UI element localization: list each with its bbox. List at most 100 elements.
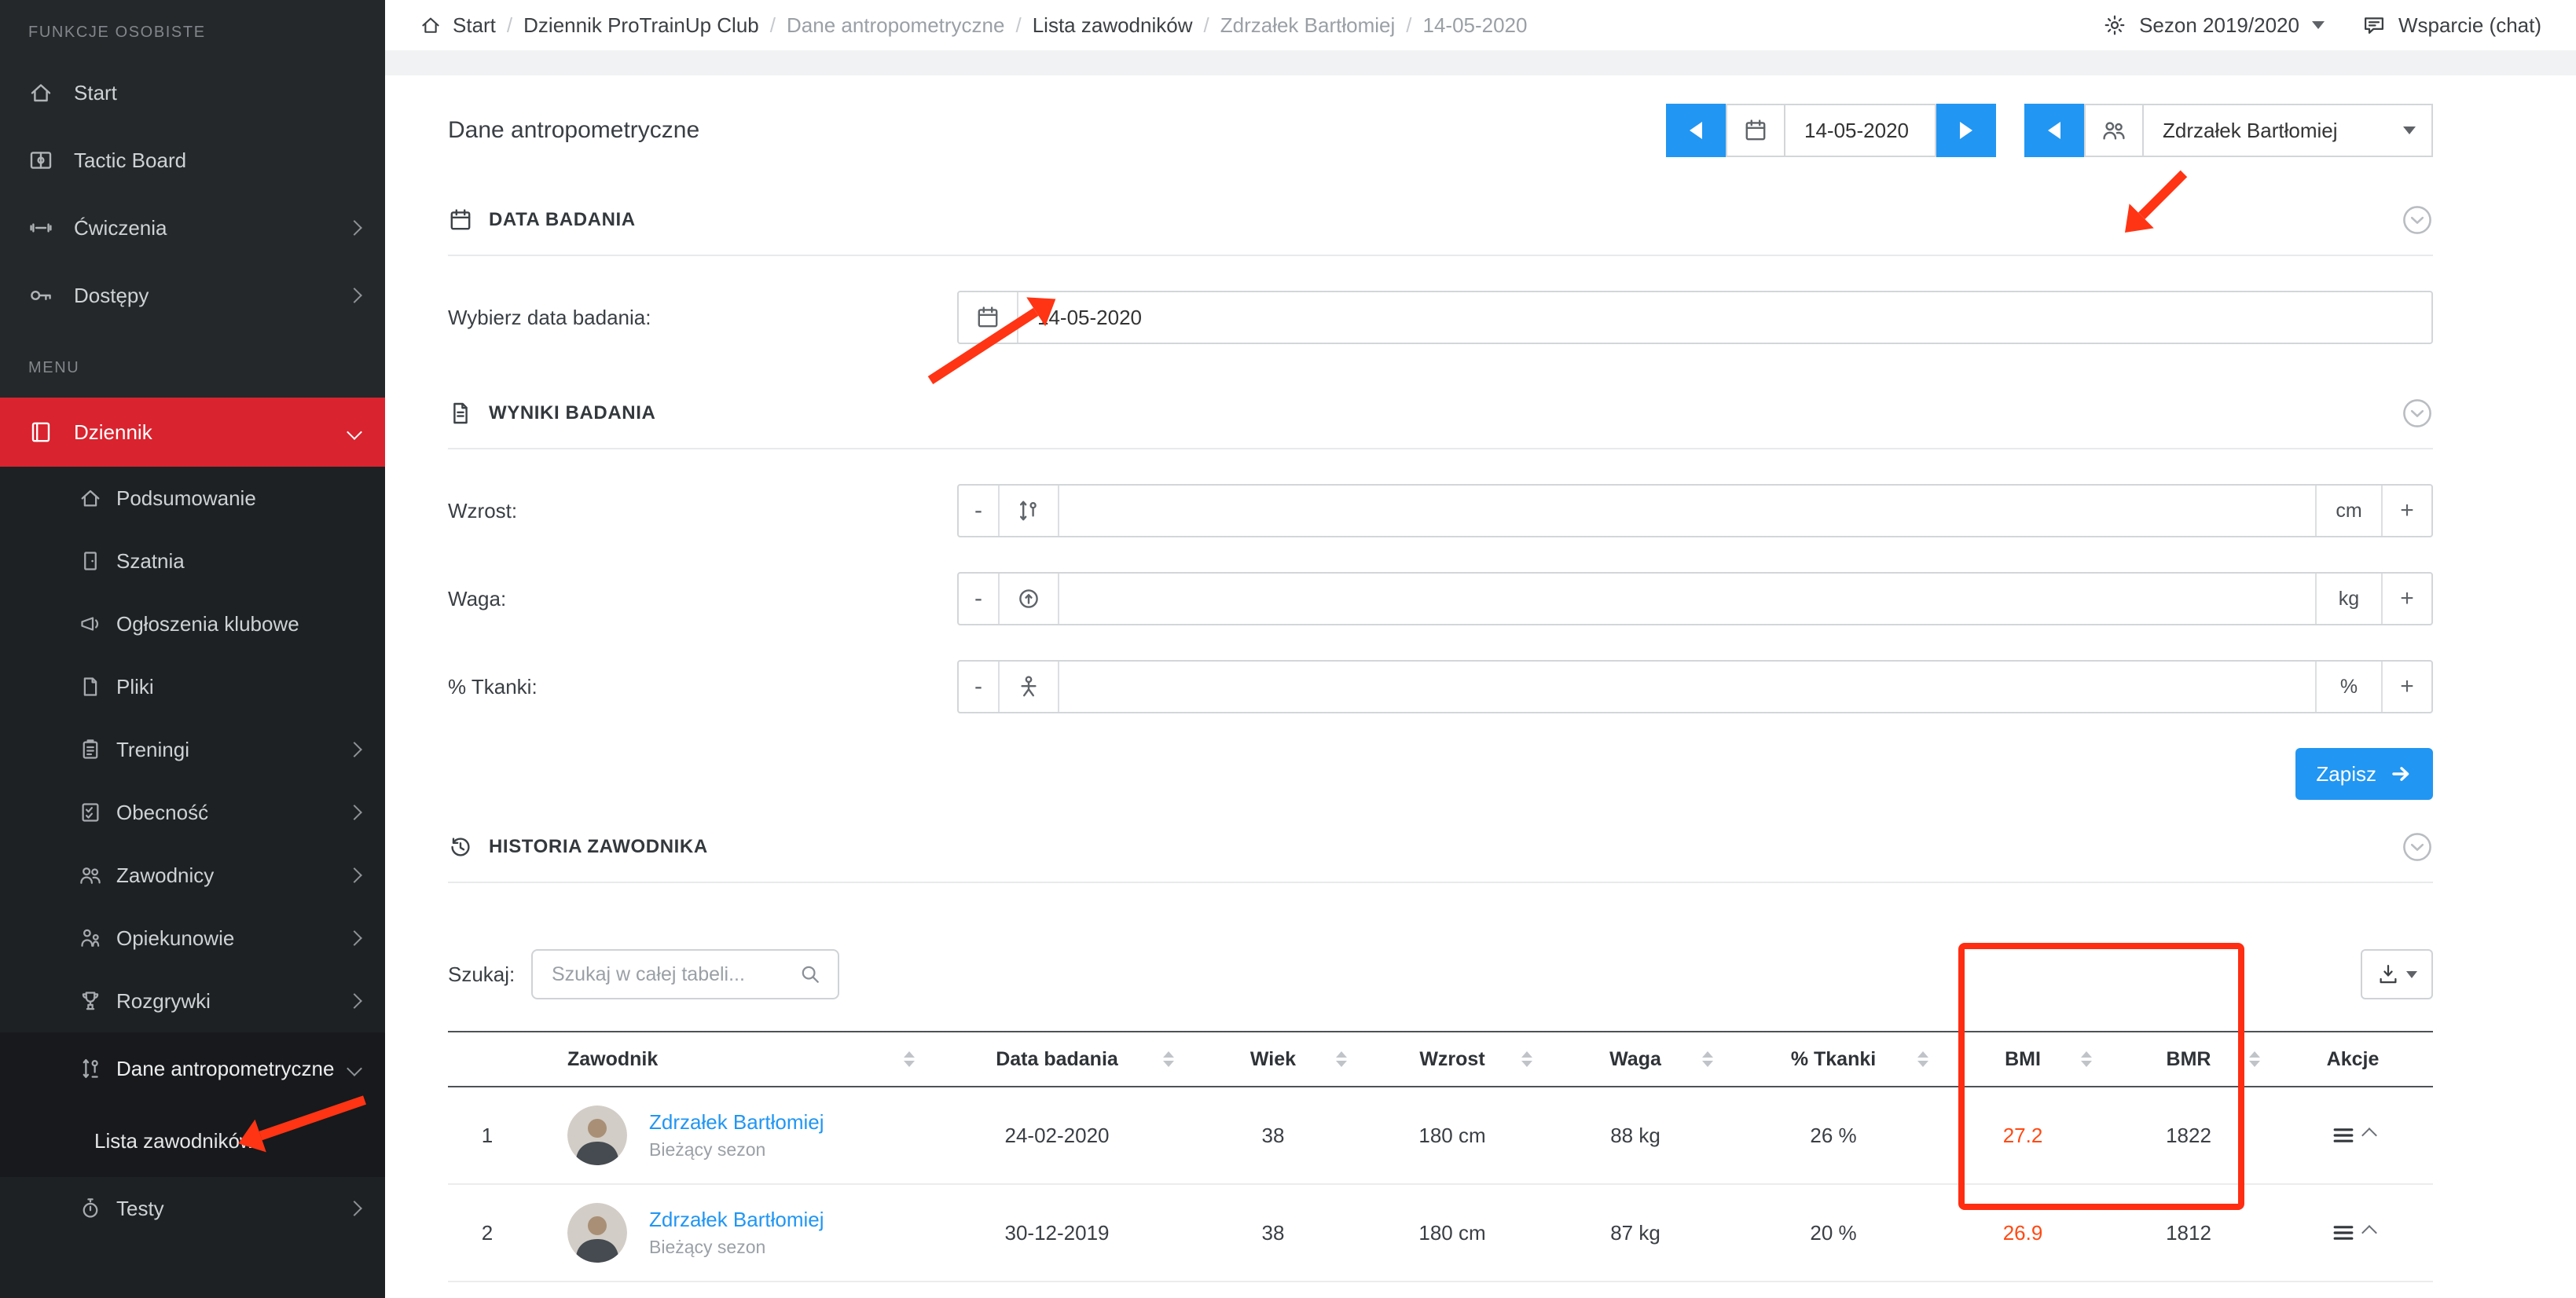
anthropometry-icon: [79, 1057, 102, 1080]
col-header-zawodnik[interactable]: Zawodnik: [527, 1032, 927, 1086]
chevron-right-icon: [347, 993, 362, 1009]
app-window: FUNKCJE OSOBISTE Start Tactic Board Ćwic…: [0, 0, 2576, 1298]
breadcrumb-lista-zawodnikow[interactable]: Lista zawodników: [1033, 13, 1193, 38]
breadcrumb-separator: /: [1204, 13, 1209, 38]
sidebar-subitem-label: Testy: [116, 1197, 335, 1221]
breadcrumb-separator: /: [1406, 13, 1411, 38]
sidebar-subitem-ogloszenia[interactable]: Ogłoszenia klubowe: [0, 592, 385, 655]
sidebar-subitem-podsumowanie[interactable]: Podsumowanie: [0, 467, 385, 530]
section-header-data-badania: DATA BADANIA: [448, 185, 2433, 256]
sidebar-item-label: Tactic Board: [74, 148, 360, 173]
height-cell: 180 cm: [1360, 1221, 1545, 1245]
sidebar-item-start[interactable]: Start: [0, 59, 385, 126]
avatar[interactable]: [567, 1203, 627, 1263]
col-header-bmi[interactable]: BMI: [1941, 1032, 2104, 1086]
calendar-picker-button[interactable]: [1726, 104, 1785, 157]
collapse-section-button[interactable]: [2402, 831, 2433, 863]
sidebar-subitem-opiekunowie[interactable]: Opiekunowie: [0, 907, 385, 970]
decrement-button[interactable]: -: [959, 574, 1000, 624]
collapse-section-button[interactable]: [2402, 398, 2433, 429]
sidebar-subitem-label: Szatnia: [116, 549, 360, 574]
weight-cell: 88 kg: [1545, 1124, 1726, 1148]
col-header-bmr[interactable]: BMR: [2104, 1032, 2273, 1086]
sidebar-item-tactic-board[interactable]: Tactic Board: [0, 126, 385, 194]
sidebar-subitem-lista-zawodnikow[interactable]: Lista zawodników: [0, 1105, 385, 1177]
col-header-wzrost[interactable]: Wzrost: [1360, 1032, 1545, 1086]
calendar-icon: [448, 207, 473, 233]
increment-button[interactable]: +: [2381, 662, 2431, 712]
player-select-value: Zdrzałek Bartłomiej: [2163, 119, 2338, 143]
increment-button[interactable]: +: [2381, 574, 2431, 624]
locker-room-icon: [79, 549, 102, 573]
breadcrumb-separator: /: [507, 13, 512, 38]
chevron-right-icon: [347, 930, 362, 946]
breadcrumb-date: 14-05-2020: [1422, 13, 1527, 38]
search-input[interactable]: [549, 962, 798, 988]
chevron-down-icon: [347, 424, 362, 440]
sidebar-subitem-pliki[interactable]: Pliki: [0, 655, 385, 718]
prev-player-button[interactable]: [2024, 104, 2084, 157]
player-info: Zdrzałek Bartłomiej Bieżący sezon: [649, 1110, 824, 1160]
page-title: Dane antropometryczne: [448, 117, 699, 144]
increment-button[interactable]: +: [2381, 486, 2431, 536]
sidebar-item-dziennik[interactable]: Dziennik: [0, 398, 385, 467]
player-select[interactable]: Zdrzałek Bartłomiej: [2144, 104, 2433, 157]
sidebar-item-dostepy[interactable]: Dostępy: [0, 262, 385, 329]
prev-date-button[interactable]: [1666, 104, 1726, 157]
breadcrumb-club[interactable]: Dziennik ProTrainUp Club: [523, 13, 759, 38]
breadcrumb: Start / Dziennik ProTrainUp Club / Dane …: [420, 13, 1527, 38]
topbar: Start / Dziennik ProTrainUp Club / Dane …: [385, 0, 2576, 50]
col-header-index: [448, 1032, 527, 1086]
exam-date-input-group: [957, 291, 2433, 344]
document-icon: [448, 401, 473, 426]
sidebar-subitem-testy[interactable]: Testy: [0, 1177, 385, 1240]
export-button[interactable]: [2361, 949, 2433, 999]
col-header-data-badania[interactable]: Data badania: [927, 1032, 1187, 1086]
download-icon: [2376, 962, 2400, 986]
current-date-field[interactable]: 14-05-2020: [1785, 104, 1936, 157]
save-button[interactable]: Zapisz: [2295, 748, 2433, 800]
table-row: 1 Zdrzałek Bartłomiej Bieżący sezon 24-0…: [448, 1087, 2433, 1185]
bodyfat-input[interactable]: [1059, 662, 2315, 712]
sidebar-subitem-obecnosc[interactable]: Obecność: [0, 781, 385, 844]
bmr-cell: 1822: [2104, 1124, 2273, 1148]
collapse-section-button[interactable]: [2402, 204, 2433, 236]
tactic-board-icon: [28, 148, 53, 173]
player-link[interactable]: Zdrzałek Bartłomiej: [649, 1110, 824, 1135]
decrement-button[interactable]: -: [959, 486, 1000, 536]
breadcrumb-start[interactable]: Start: [453, 13, 496, 38]
sidebar-subitem-treningi[interactable]: Treningi: [0, 718, 385, 781]
sidebar-subitem-label: Obecność: [116, 801, 335, 825]
sidebar-subitem-rozgrywki[interactable]: Rozgrywki: [0, 970, 385, 1032]
exam-date-input[interactable]: [1018, 292, 2431, 343]
sidebar-item-label: Ćwiczenia: [74, 216, 328, 240]
weight-input[interactable]: [1059, 574, 2315, 624]
height-field-label: Wzrost:: [448, 499, 957, 523]
page-head: Dane antropometryczne 14-05-2020 Zdrzałe…: [448, 104, 2433, 157]
player-cell: Zdrzałek Bartłomiej Bieżący sezon: [527, 1203, 927, 1263]
chevron-down-icon: [2312, 21, 2325, 29]
player-link[interactable]: Zdrzałek Bartłomiej: [649, 1208, 824, 1232]
support-chat-button[interactable]: Wsparcie (chat): [2362, 13, 2541, 38]
avatar[interactable]: [567, 1106, 627, 1165]
gear-icon: [2103, 13, 2126, 37]
height-input[interactable]: [1059, 486, 2315, 536]
breadcrumb-home-icon[interactable]: [420, 14, 442, 36]
decrement-button[interactable]: -: [959, 662, 1000, 712]
next-date-button[interactable]: [1936, 104, 1996, 157]
season-selector[interactable]: Sezon 2019/2020: [2103, 13, 2325, 38]
row-actions-button[interactable]: [2331, 1123, 2375, 1148]
row-actions-button[interactable]: [2331, 1220, 2375, 1245]
col-header-tkanki[interactable]: % Tkanki: [1726, 1032, 1941, 1086]
chevron-down-icon: [347, 1061, 362, 1076]
col-header-waga[interactable]: Waga: [1545, 1032, 1726, 1086]
sidebar-subitem-dane-antropometryczne[interactable]: Dane antropometryczne: [0, 1032, 385, 1105]
arrow-right-icon: [1960, 122, 1972, 139]
sidebar-subitem-zawodnicy[interactable]: Zawodnicy: [0, 844, 385, 907]
sidebar-subitem-szatnia[interactable]: Szatnia: [0, 530, 385, 592]
col-header-wiek[interactable]: Wiek: [1187, 1032, 1360, 1086]
topbar-right: Sezon 2019/2020 Wsparcie (chat): [2103, 13, 2541, 38]
sidebar-item-cwiczenia[interactable]: Ćwiczenia: [0, 194, 385, 262]
chevron-right-icon: [347, 867, 362, 883]
players-list-button[interactable]: [2084, 104, 2144, 157]
